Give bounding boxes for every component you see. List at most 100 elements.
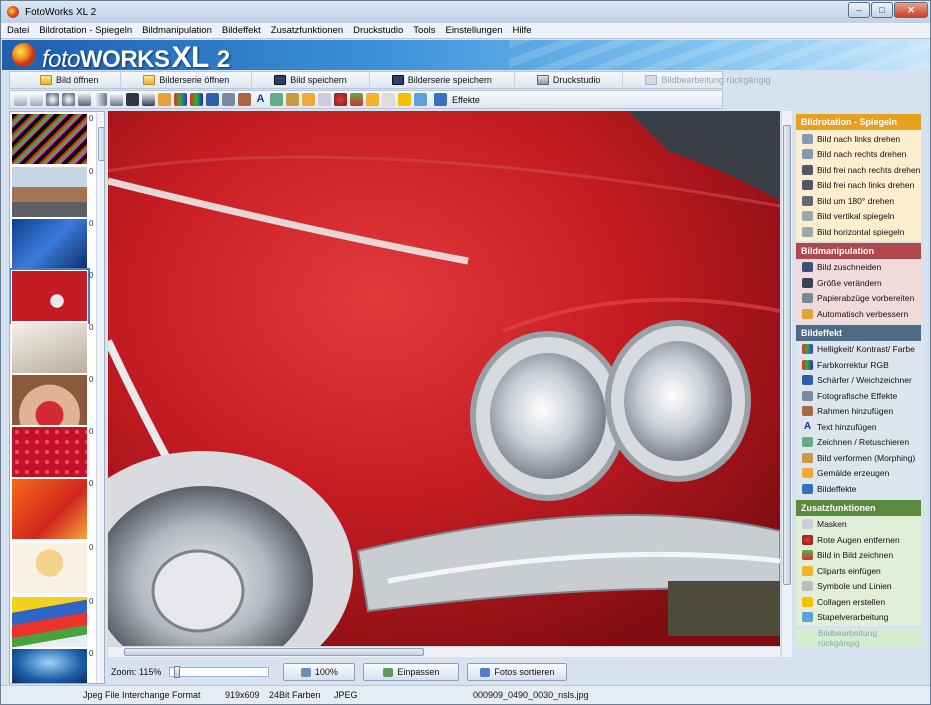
rotate-free-right-icon[interactable]: [46, 93, 59, 106]
text-icon[interactable]: A: [254, 93, 267, 106]
effects-icon[interactable]: [434, 93, 447, 106]
canvas-vertical-scroll-thumb[interactable]: [783, 125, 791, 585]
menu-bildeffekt[interactable]: Bildeffekt: [222, 25, 261, 36]
menu-bildmanipulation[interactable]: Bildmanipulation: [142, 25, 212, 36]
print-studio-button[interactable]: Druckstudio: [515, 72, 624, 88]
thumbnail-orange-face[interactable]: [11, 478, 88, 540]
canvas-vertical-scrollbar[interactable]: [781, 111, 792, 657]
thumbnail-blue-car[interactable]: [11, 218, 88, 270]
panel-item-collage[interactable]: Collagen erstellen: [796, 594, 921, 610]
panel-item-painting[interactable]: Gemälde erzeugen: [796, 466, 921, 482]
panel-item-flip-vertical[interactable]: Bild vertikal spiegeln: [796, 209, 921, 225]
rgb-icon[interactable]: [190, 93, 203, 106]
panel-item-photo-effects[interactable]: Fotografische Effekte: [796, 388, 921, 404]
thumbnail-red-car-selected[interactable]: [10, 268, 90, 324]
photo-effects-icon[interactable]: [222, 93, 235, 106]
menu-hilfe[interactable]: Hilfe: [513, 25, 532, 36]
panel-item-picture-in-picture[interactable]: Bild in Bild zeichnen: [796, 548, 921, 564]
panel-item-text[interactable]: A Text hinzufügen: [796, 419, 921, 435]
fit-button[interactable]: Einpassen: [363, 663, 460, 681]
painting-icon[interactable]: [302, 93, 315, 106]
thumbnail-water-drop[interactable]: [11, 648, 88, 683]
panel-item-rotate-free-right[interactable]: Bild frei nach rechts drehen: [796, 162, 921, 178]
panel-item-batch[interactable]: Stapelverarbeitung: [796, 610, 921, 626]
panel-item-rotate-free-left[interactable]: Bild frei nach links drehen: [796, 178, 921, 194]
menu-druckstudio[interactable]: Druckstudio: [353, 25, 403, 36]
frame-icon[interactable]: [238, 93, 251, 106]
section-header-rotation[interactable]: Bildrotation - Spiegeln: [796, 114, 921, 130]
panel-item-masks[interactable]: Masken: [796, 517, 921, 533]
panel-item-draw[interactable]: Zeichnen / Retuschieren: [796, 435, 921, 451]
minimize-button[interactable]: –: [848, 2, 870, 18]
rotate-free-left-icon[interactable]: [62, 93, 75, 106]
zoom-slider-knob[interactable]: [174, 666, 181, 678]
panel-item-rotate-right[interactable]: Bild nach rechts drehen: [796, 147, 921, 163]
panel-item-brightness[interactable]: Helligkeit/ Kontrast/ Farbe: [796, 342, 921, 358]
panel-item-flip-horizontal[interactable]: Bild horizontal spiegeln: [796, 224, 921, 240]
panel-item-rotate-left[interactable]: Bild nach links drehen: [796, 131, 921, 147]
thumbnail-scroll-thumb[interactable]: [98, 127, 104, 161]
save-image-button[interactable]: Bild speichern: [252, 72, 370, 88]
crop-icon[interactable]: [126, 93, 139, 106]
sharpen-icon[interactable]: [206, 93, 219, 106]
clipart-icon[interactable]: [366, 93, 379, 106]
panel-item-sharpen[interactable]: Schärfer / Weichzeichner: [796, 373, 921, 389]
flip-horizontal-icon[interactable]: [110, 93, 123, 106]
maximize-button[interactable]: □: [871, 2, 893, 18]
thumbnail-colored-pencils[interactable]: [11, 596, 88, 648]
menu-einstellungen[interactable]: Einstellungen: [445, 25, 502, 36]
thumbnail-blonde-girl[interactable]: [11, 542, 88, 594]
morph-icon[interactable]: [286, 93, 299, 106]
panel-item-morph[interactable]: Bild verformen (Morphing): [796, 450, 921, 466]
panel-item-crop[interactable]: Bild zuschneiden: [796, 260, 921, 276]
menu-zusatzfunktionen[interactable]: Zusatzfunktionen: [271, 25, 343, 36]
open-image-button[interactable]: Bild öffnen: [10, 72, 122, 88]
rotate-left-icon[interactable]: [14, 93, 27, 106]
menu-bildrotation[interactable]: Bildrotation - Spiegeln: [39, 25, 132, 36]
symbols-icon[interactable]: [382, 93, 395, 106]
panel-item-cliparts[interactable]: Cliparts einfügen: [796, 563, 921, 579]
thumbnail-colored-threads[interactable]: [11, 113, 88, 165]
panel-item-symbols[interactable]: Symbole und Linien: [796, 579, 921, 595]
panel-item-color-rgb[interactable]: Farbkorrektur RGB: [796, 357, 921, 373]
panel-item-auto-enhance[interactable]: Automatisch verbessern: [796, 306, 921, 322]
menu-tools[interactable]: Tools: [413, 25, 435, 36]
section-header-effects[interactable]: Bildeffekt: [796, 324, 921, 341]
red-eye-icon[interactable]: [334, 93, 347, 106]
thumbnail-woman-roses[interactable]: [11, 374, 88, 426]
thumbnail-chess-piece[interactable]: [11, 322, 88, 374]
picture-in-picture-icon[interactable]: [350, 93, 363, 106]
panel-item-image-effects[interactable]: Bildeffekte: [796, 481, 921, 497]
effects-label[interactable]: Effekte: [452, 95, 480, 105]
section-header-extras[interactable]: Zusatzfunktionen: [796, 499, 921, 516]
undo-button[interactable]: Bildbearbeitung rückgängig: [623, 72, 792, 88]
collage-star-icon[interactable]: [398, 93, 411, 106]
rotate-right-icon[interactable]: [30, 93, 43, 106]
sort-photos-button[interactable]: Fotos sortieren: [467, 663, 568, 681]
flip-vertical-icon[interactable]: [94, 93, 107, 106]
zoom-100-button[interactable]: 100%: [283, 663, 356, 681]
panel-item-rotate-180[interactable]: Bild um 180° drehen: [796, 193, 921, 209]
menu-datei[interactable]: Datei: [7, 25, 29, 36]
mask-icon[interactable]: [318, 93, 331, 106]
open-series-button[interactable]: Bilderserie öffnen: [121, 72, 253, 88]
thumbnail-desert-road[interactable]: [11, 166, 88, 218]
save-series-button[interactable]: Bilderserie speichern: [370, 72, 515, 88]
canvas-horizontal-scroll-thumb[interactable]: [124, 648, 424, 656]
zoom-slider[interactable]: [169, 666, 270, 678]
panel-item-frame[interactable]: Rahmen hinzufügen: [796, 404, 921, 420]
resize-icon[interactable]: [142, 93, 155, 106]
auto-enhance-icon[interactable]: [158, 93, 171, 106]
close-button[interactable]: ✕: [894, 2, 928, 18]
rotate-180-icon[interactable]: [78, 93, 91, 106]
thumbnail-red-berries[interactable]: [11, 426, 88, 478]
image-canvas[interactable]: [108, 111, 780, 646]
panel-item-resize[interactable]: Größe verändern: [796, 275, 921, 291]
brightness-icon[interactable]: [174, 93, 187, 106]
section-header-manipulation[interactable]: Bildmanipulation: [796, 242, 921, 259]
thumbnail-scrollbar[interactable]: [96, 113, 104, 683]
draw-icon[interactable]: [270, 93, 283, 106]
batch-icon[interactable]: [414, 93, 427, 106]
panel-item-red-eye[interactable]: Rote Augen entfernen: [796, 532, 921, 548]
panel-item-prints[interactable]: Papierabzüge vorbereiten: [796, 291, 921, 307]
